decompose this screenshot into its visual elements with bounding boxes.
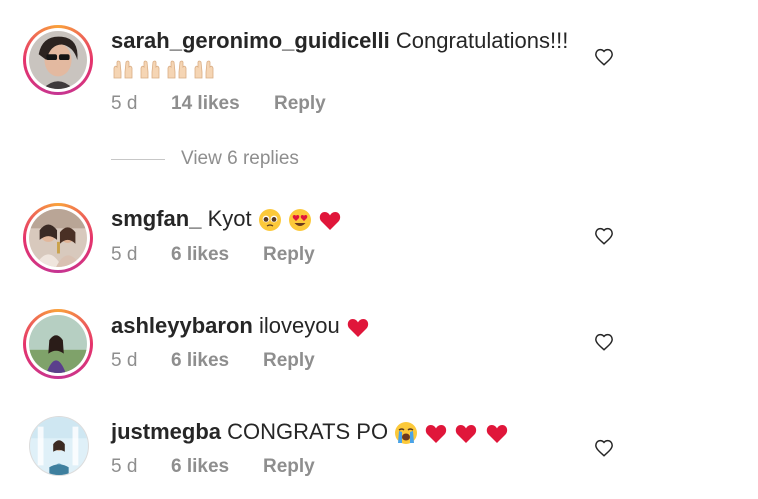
comment-text: sarah_geronimo_guidicelli Congratulation… (111, 28, 568, 54)
red-heart-emoji (485, 421, 509, 445)
red-heart-emoji (346, 315, 370, 339)
avatar[interactable] (29, 416, 89, 476)
comment-item: justmegba CONGRATS PO 5 d 6 likes Reply (0, 0, 758, 477)
comment-item: sarah_geronimo_guidicelli Congratulation… (0, 0, 758, 130)
comment-text: smgfan_ Kyot (111, 206, 342, 232)
profile-photo (29, 315, 87, 373)
reply-button[interactable]: Reply (263, 244, 315, 266)
view-replies-button[interactable]: View 6 replies (111, 148, 371, 172)
avatar[interactable] (23, 203, 93, 273)
comment-body: Kyot (207, 206, 252, 231)
comment-time: 5 d (111, 456, 138, 477)
comment-time: 5 d (111, 93, 138, 114)
reply-button[interactable]: Reply (263, 350, 315, 372)
avatar[interactable] (23, 25, 93, 95)
profile-photo (29, 31, 87, 89)
comment-text: ashleyybaron iloveyou (111, 313, 370, 339)
red-heart-emoji (424, 421, 448, 445)
avatar[interactable] (23, 309, 93, 379)
comment-time: 5 d (111, 244, 138, 265)
profile-photo (29, 209, 87, 267)
like-heart-icon[interactable] (594, 227, 614, 247)
red-heart-emoji (454, 421, 478, 445)
heart-eyes-emoji (288, 208, 312, 232)
emoji-row (111, 58, 216, 82)
reply-button[interactable]: Reply (274, 93, 326, 115)
likes-count[interactable]: 14 likes (171, 93, 240, 115)
comment-username[interactable]: justmegba (111, 419, 221, 444)
comment-username[interactable]: sarah_geronimo_guidicelli (111, 28, 390, 53)
like-heart-icon[interactable] (594, 333, 614, 353)
likes-count[interactable]: 6 likes (171, 350, 229, 372)
comment-time: 5 d (111, 350, 138, 371)
reply-button[interactable]: Reply (263, 456, 315, 478)
comment-username[interactable]: smgfan_ (111, 206, 201, 231)
loudly-crying-face-emoji (394, 421, 418, 445)
comment-text: justmegba CONGRATS PO (111, 419, 509, 445)
comment-body: iloveyou (258, 313, 340, 338)
raising-hands-emoji (165, 58, 189, 82)
like-heart-icon[interactable] (594, 439, 614, 459)
red-heart-emoji (318, 208, 342, 232)
comment-username[interactable]: ashleyybaron (111, 313, 253, 338)
raising-hands-emoji (138, 58, 162, 82)
like-heart-icon[interactable] (594, 48, 614, 68)
comment-body: CONGRATS PO (227, 419, 389, 444)
comment-body: Congratulations!!! (395, 28, 569, 53)
raising-hands-emoji (111, 58, 135, 82)
replies-divider (111, 159, 165, 160)
raising-hands-emoji (192, 58, 216, 82)
profile-photo (30, 417, 88, 475)
pleading-face-emoji (258, 208, 282, 232)
likes-count[interactable]: 6 likes (171, 244, 229, 266)
likes-count[interactable]: 6 likes (171, 456, 229, 478)
view-replies-label[interactable]: View 6 replies (181, 148, 299, 170)
